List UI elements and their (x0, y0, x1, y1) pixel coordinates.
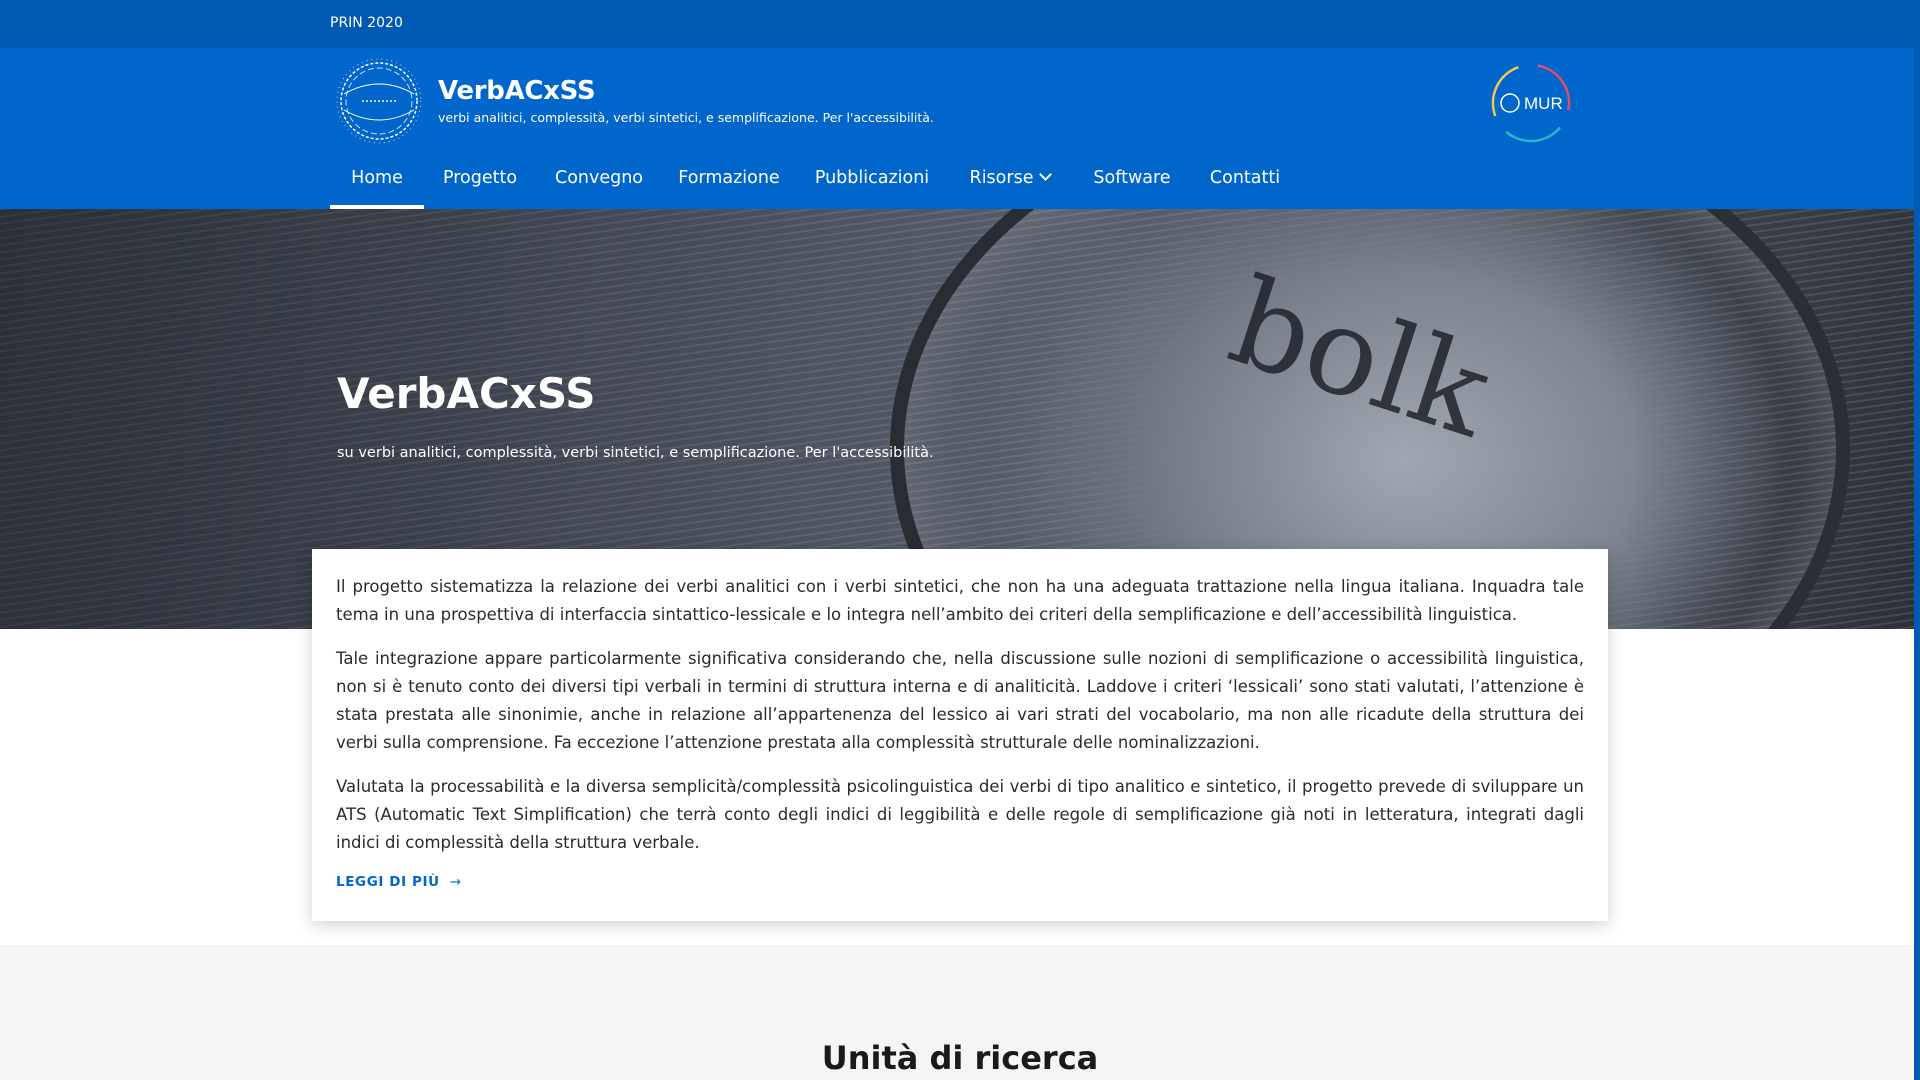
intro-paragraph: Tale integrazione appare particolarmente… (336, 649, 1584, 752)
read-more-link[interactable]: LEGGI DI PIÙ → (336, 874, 462, 890)
nav-item-contatti[interactable]: Contatti (1202, 152, 1288, 209)
nav-item-home[interactable]: Home (330, 152, 424, 209)
site-title[interactable]: VerbACxSS (438, 76, 596, 106)
nav-item-progetto[interactable]: Progetto (436, 152, 524, 209)
site-header: VerbACxSS verbi analitici, complessità, … (0, 48, 1920, 152)
nav-item-software[interactable]: Software (1086, 152, 1178, 209)
nav-item-convegno[interactable]: Convegno (548, 152, 650, 209)
prin-label[interactable]: PRIN 2020 (330, 15, 403, 31)
research-units-title: Unità di ricerca (821, 1039, 1099, 1077)
mur-text: MUR (1524, 94, 1563, 113)
project-logo[interactable] (332, 54, 426, 148)
site-subtitle: verbi analitici, complessità, verbi sint… (438, 110, 934, 125)
arrow-right-icon: → (449, 874, 462, 890)
read-more-label: LEGGI DI PIÙ (336, 874, 440, 890)
nav-item-risorse-label: Risorse (969, 168, 1034, 188)
intro-card: Il progetto sistematizza la relazione de… (312, 549, 1608, 921)
nav-item-risorse[interactable]: Risorse (958, 152, 1062, 209)
nav-item-formazione[interactable]: Formazione (672, 152, 786, 209)
slim-header: PRIN 2020 (0, 0, 1920, 48)
hero-subtitle: su verbi analitici, complessità, verbi s… (337, 445, 934, 461)
page-edge (1914, 0, 1920, 1080)
hero-title: VerbACxSS (337, 369, 596, 418)
nav-item-pubblicazioni[interactable]: Pubblicazioni (810, 152, 934, 209)
intro-paragraph: Il progetto sistematizza la relazione de… (336, 577, 1584, 624)
intro-paragraph: Valutata la processabilità e la diversa … (336, 777, 1584, 852)
chevron-down-icon (1039, 168, 1053, 181)
mur-logo[interactable]: MUR (1488, 60, 1574, 146)
main-nav: Home Progetto Convegno Formazione Pubbli… (0, 152, 1920, 209)
